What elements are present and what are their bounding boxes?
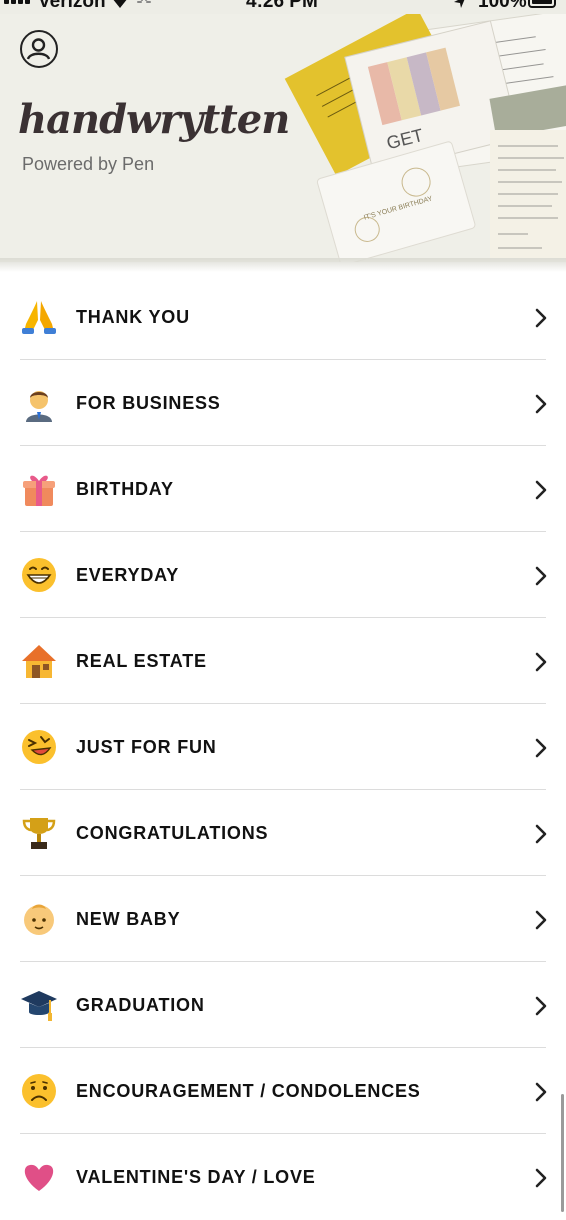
chevron-right-icon <box>535 1082 547 1102</box>
carrier-label: Verizon <box>38 0 106 12</box>
brand-logo: handwrytten <box>18 96 290 143</box>
category-label: EVERYDAY <box>76 565 180 585</box>
category-for-business[interactable]: FOR BUSINESS <box>0 360 566 446</box>
scrollbar[interactable] <box>561 1094 564 1212</box>
gift-icon <box>23 475 55 506</box>
category-encouragement-condolences[interactable]: ENCOURAGEMENT / CONDOLENCES <box>0 1048 566 1134</box>
category-label: THANK YOU <box>76 307 190 327</box>
chevron-right-icon <box>535 1168 547 1188</box>
heart-icon <box>24 1164 54 1191</box>
category-birthday[interactable]: BIRTHDAY <box>0 446 566 532</box>
businessman-icon <box>26 391 52 422</box>
status-bar: Verizon 4:26 PM 100% <box>0 0 566 14</box>
folded-hands-icon <box>22 301 56 334</box>
header-banner: handwrytten Powered by Pen GET IT'S YOUR… <box>0 0 566 262</box>
battery-percent: 100% <box>478 0 527 12</box>
category-label: CONGRATULATIONS <box>76 823 269 843</box>
chevron-right-icon <box>535 480 547 500</box>
battery-icon <box>528 0 556 8</box>
category-label: ENCOURAGEMENT / CONDOLENCES <box>76 1081 421 1101</box>
laughing-face-icon <box>22 730 56 764</box>
location-arrow-icon <box>454 0 465 8</box>
category-new-baby[interactable]: NEW BABY <box>0 876 566 962</box>
signal-icon <box>4 0 34 10</box>
category-just-for-fun[interactable]: JUST FOR FUN <box>0 704 566 790</box>
category-congratulations[interactable]: CONGRATULATIONS <box>0 790 566 876</box>
wifi-icon <box>113 0 127 8</box>
header-shadow <box>0 258 566 272</box>
category-label: FOR BUSINESS <box>76 393 221 413</box>
account-button[interactable] <box>20 30 58 68</box>
category-list: THANK YOU FOR BUSINESS BIRTHDAY EVERYDAY… <box>0 274 566 1220</box>
cards-illustration: GET IT'S YOUR BIRTHDAY <box>284 8 566 262</box>
category-label: REAL ESTATE <box>76 651 207 671</box>
grinning-face-icon <box>22 558 56 592</box>
category-thank-you[interactable]: THANK YOU <box>0 274 566 360</box>
category-label: GRADUATION <box>76 995 205 1015</box>
category-label: BIRTHDAY <box>76 479 174 499</box>
loading-spinner-icon <box>137 0 151 3</box>
category-graduation[interactable]: GRADUATION <box>0 962 566 1048</box>
chevron-right-icon <box>535 566 547 586</box>
chevron-right-icon <box>535 738 547 758</box>
chevron-right-icon <box>535 308 547 328</box>
category-real-estate[interactable]: REAL ESTATE <box>0 618 566 704</box>
chevron-right-icon <box>535 824 547 844</box>
house-icon <box>22 645 56 678</box>
category-valentines-love[interactable]: VALENTINE'S DAY / LOVE <box>0 1134 566 1220</box>
sad-face-icon <box>22 1074 56 1108</box>
category-label: JUST FOR FUN <box>76 737 217 757</box>
chevron-right-icon <box>535 996 547 1016</box>
brand-tagline: Powered by Pen <box>22 154 155 174</box>
baby-icon <box>24 904 54 935</box>
chevron-right-icon <box>535 394 547 414</box>
status-time: 4:26 PM <box>246 0 318 12</box>
chevron-right-icon <box>535 910 547 930</box>
trophy-icon <box>22 818 56 849</box>
category-label: NEW BABY <box>76 909 181 929</box>
graduation-cap-icon <box>21 991 57 1021</box>
category-label: VALENTINE'S DAY / LOVE <box>76 1167 316 1187</box>
user-profile-icon <box>26 38 51 60</box>
chevron-right-icon <box>535 652 547 672</box>
category-everyday[interactable]: EVERYDAY <box>0 532 566 618</box>
